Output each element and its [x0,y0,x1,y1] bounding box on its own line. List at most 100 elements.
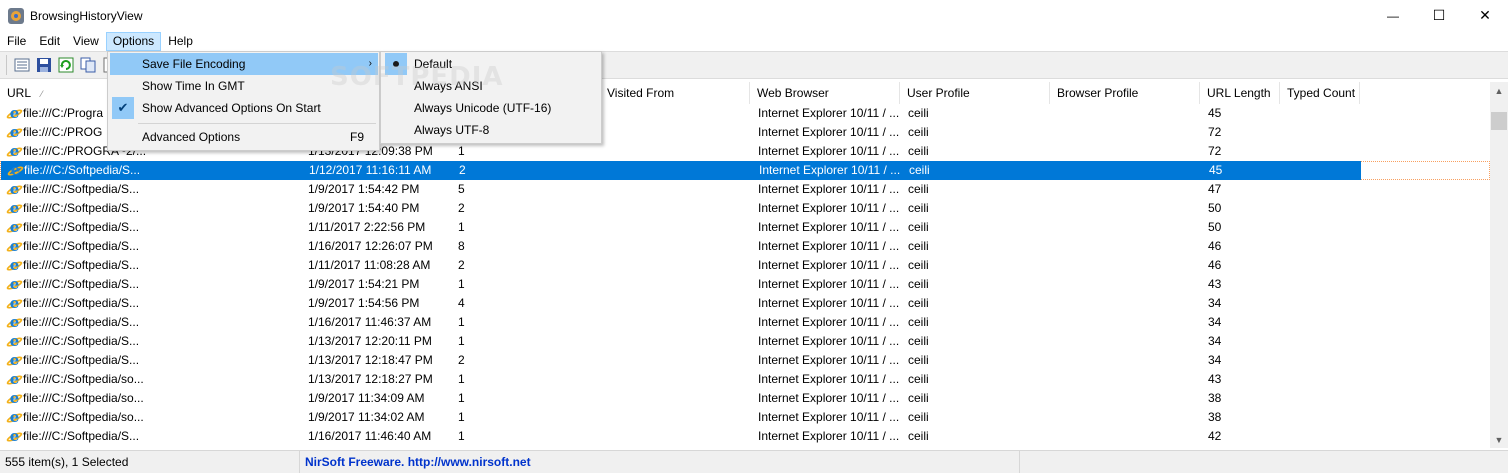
menu-item-label: Save File Encoding [142,57,246,71]
submenu-item-utf8[interactable]: Always UTF-8 [383,119,600,141]
cell-visit-time: 1/13/2017 12:20:11 PM [308,334,432,348]
menu-options[interactable]: Options [105,31,162,51]
table-row[interactable]: e file:///C:/Softpedia/S... 1/13/2017 12:2… [0,332,1490,351]
scroll-thumb[interactable] [1491,112,1507,130]
cell-url-length: 45 [1208,106,1222,120]
refresh-button[interactable] [55,54,77,76]
menu-shortcut: F9 [349,130,364,144]
cell-url-text: file:///C:/Softpedia/so... [23,410,144,424]
vertical-scrollbar[interactable]: ▲ ▼ [1490,82,1508,448]
cell-visit-count: 1 [458,144,465,158]
save-button[interactable] [33,54,55,76]
scroll-down-button[interactable]: ▼ [1490,431,1508,448]
maximize-button[interactable]: ☐ [1416,0,1462,31]
submenu-item-utf16[interactable]: Always Unicode (UTF-16) [383,97,600,119]
internet-explorer-icon: e [5,182,24,197]
table-row[interactable]: e file:///C:/Softpedia/S... 1/11/2017 11:0… [0,256,1490,275]
internet-explorer-icon: e [5,125,24,140]
column-header-visited-from[interactable]: Visited From [600,82,750,104]
cell-url-length: 45 [1201,161,1281,180]
table-row[interactable]: e file:///C:/Softpedia/so... 1/9/2017 11:3… [0,408,1490,427]
table-row[interactable]: e file:///C:/Softpedia/S... 1/9/2017 1:54:… [0,180,1490,199]
cell-user-profile: ceili [908,391,929,405]
cell-visited-from [600,427,750,446]
save-icon [37,58,51,72]
cell-url: e file:///C:/Softpedia/S... [0,351,300,370]
cell-url-text: file:///C:/Softpedia/S... [23,239,140,253]
status-item-count: 555 item(s), 1 Selected [0,451,300,473]
minimize-button[interactable]: — [1370,0,1416,31]
cell-visit-count: 2 [458,258,465,272]
close-button[interactable]: ✕ [1462,0,1508,31]
nirsoft-link[interactable]: NirSoft Freeware. http://www.nirsoft.net [300,451,1020,473]
scroll-up-button[interactable]: ▲ [1490,82,1508,99]
cell-url-text: file:///C:/Softpedia/so... [23,391,144,405]
cell-typed-count [1281,161,1361,180]
properties-button[interactable] [11,54,33,76]
table-row[interactable]: e file:///C:/Softpedia/S... 1/11/2017 2:22… [0,218,1490,237]
column-header-web-browser[interactable]: Web Browser [750,82,900,104]
cell-visit-time: 1/16/2017 11:46:40 AM [308,429,432,443]
table-row[interactable]: e file:///C:/Softpedia/so... 1/9/2017 11:3… [0,389,1490,408]
table-row[interactable]: e file:///C:/Softpedia/S... 1/9/2017 1:54:… [0,199,1490,218]
cell-visited-from [600,408,750,427]
internet-explorer-icon: e [5,315,24,330]
menu-view[interactable]: View [67,32,105,51]
cell-user-profile: ceili [901,161,1051,180]
cell-url-length: 72 [1208,144,1222,158]
cell-url-length: 50 [1208,201,1222,215]
column-header-user-profile[interactable]: User Profile [900,82,1050,104]
cell-url-length: 42 [1208,429,1222,443]
cell-web-browser: Internet Explorer 10/11 / ... [758,334,900,348]
table-row[interactable]: e file:///C:/Softpedia/S... 1/12/2017 11:1… [0,161,1490,180]
column-header-browser-profile[interactable]: Browser Profile [1050,82,1200,104]
menu-file[interactable]: File [1,32,32,51]
chevron-down-icon: ▼ [1494,434,1504,445]
cell-visited-from [600,199,750,218]
cell-visit-count: 1 [458,391,465,405]
table-row[interactable]: e file:///C:/Softpedia/S... 1/13/2017 12:1… [0,351,1490,370]
internet-explorer-icon: e [5,334,24,349]
cell-web-browser: Internet Explorer 10/11 / ... [758,106,900,120]
cell-typed-count [1280,123,1360,142]
cell-typed-count [1280,104,1360,123]
chevron-up-icon: ▲ [1494,85,1504,96]
menu-help[interactable]: Help [162,32,199,51]
cell-typed-count [1280,313,1360,332]
cell-typed-count [1280,142,1360,161]
table-row[interactable]: e file:///C:/Softpedia/S... 1/9/2017 1:54:… [0,275,1490,294]
cell-typed-count [1280,218,1360,237]
copy-button[interactable] [77,54,99,76]
cell-visited-from [601,161,751,180]
cell-url: e file:///C:/Softpedia/so... [0,389,300,408]
cell-visited-from [600,142,750,161]
cell-typed-count [1280,256,1360,275]
cell-browser-profile [1050,237,1200,256]
table-row[interactable]: e file:///C:/Softpedia/so... 1/13/2017 12:… [0,370,1490,389]
menu-item-label: Show Advanced Options On Start [142,101,321,115]
cell-visit-time: 1/9/2017 11:34:02 AM [308,410,425,424]
cell-url-length: 46 [1208,258,1222,272]
cell-browser-profile [1050,294,1200,313]
table-row[interactable]: e file:///C:/Softpedia/S... 1/16/2017 11:4… [0,427,1490,446]
cell-user-profile: ceili [908,125,929,139]
cell-visited-from [600,237,750,256]
cell-url-text: file:///C:/Softpedia/S... [23,182,140,196]
cell-url: e file:///C:/Softpedia/S... [0,427,300,446]
app-icon[interactable] [8,7,24,24]
column-header-url-length[interactable]: URL Length [1200,82,1280,104]
cell-user-profile: ceili [908,410,929,424]
history-list[interactable]: e file:///C:/Progra Internet Explorer 10/1… [0,104,1490,448]
cell-visit-time: 1/11/2017 11:08:28 AM [308,258,431,272]
table-row[interactable]: e file:///C:/Softpedia/S... 1/9/2017 1:54:… [0,294,1490,313]
menu-item-label: Show Time In GMT [142,79,245,93]
table-row[interactable]: e file:///C:/Softpedia/S... 1/16/2017 12:2… [0,237,1490,256]
cell-visited-from [600,351,750,370]
menu-item-advanced-options[interactable]: Advanced Options F9 [110,126,378,148]
internet-explorer-icon: e [5,410,24,425]
table-row[interactable]: e file:///C:/Softpedia/S... 1/16/2017 11:4… [0,313,1490,332]
menu-item-show-advanced-options[interactable]: ✔ Show Advanced Options On Start [110,97,378,119]
cell-typed-count [1280,332,1360,351]
column-header-typed-count[interactable]: Typed Count [1280,82,1360,104]
menu-edit[interactable]: Edit [33,32,66,51]
